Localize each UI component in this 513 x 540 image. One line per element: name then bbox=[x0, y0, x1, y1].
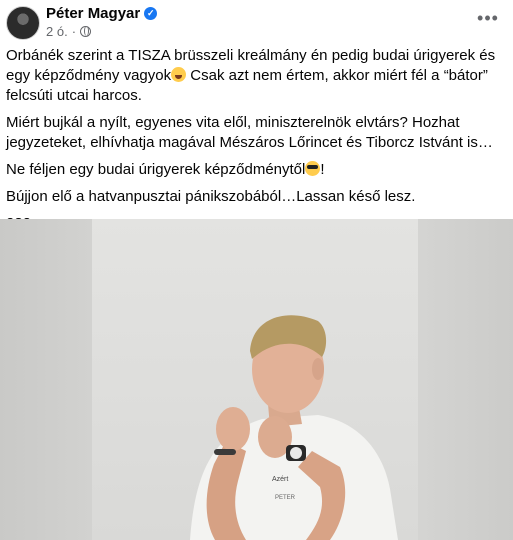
author-name-row: Péter Magyar ✓ bbox=[46, 4, 158, 22]
laugh-emoji-icon bbox=[171, 67, 187, 82]
author-name[interactable]: Péter Magyar bbox=[46, 5, 140, 22]
post-timestamp[interactable]: 2 ó. bbox=[46, 24, 68, 39]
post-body: Orbánék szerint a TISZA brüsszeli kreálm… bbox=[6, 46, 506, 241]
sunglasses-emoji-icon bbox=[305, 161, 321, 176]
shirt-print-line2: PETER bbox=[275, 495, 296, 501]
globe-icon bbox=[80, 25, 92, 37]
post-paragraph: Ne féljen egy budai úrigyerek képződmény… bbox=[6, 161, 325, 178]
post-paragraph: Bújjon elő a hatvanpusztai pánikszobából… bbox=[6, 188, 416, 205]
post-paragraph: Miért bujkál a nyílt, egyenes vita elől,… bbox=[6, 114, 493, 151]
boxer-figure: Azért PETER bbox=[190, 315, 398, 540]
verified-badge-icon: ✓ bbox=[144, 6, 158, 20]
post-header: Péter Magyar ✓ 2 ó. · ••• bbox=[0, 0, 513, 44]
post-photo[interactable]: Azért PETER bbox=[0, 219, 513, 540]
shirt-print-line1: Azért bbox=[272, 476, 288, 483]
post-meta: 2 ó. · bbox=[46, 23, 92, 39]
more-options-icon[interactable]: ••• bbox=[477, 9, 499, 32]
author-avatar[interactable] bbox=[6, 6, 40, 40]
post-paragraph: Orbánék szerint a TISZA brüsszeli kreálm… bbox=[6, 47, 496, 104]
